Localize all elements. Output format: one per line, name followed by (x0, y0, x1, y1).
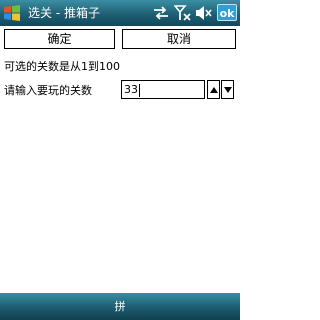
level-range-label: 可选的关数是从1到100 (4, 60, 120, 73)
window-title: 选关 - 推箱子 (28, 6, 100, 20)
spin-down-icon (224, 87, 232, 93)
confirm-button[interactable]: 确定 (4, 29, 115, 49)
connectivity-icon[interactable] (152, 5, 170, 21)
ok-button[interactable]: ok (217, 4, 237, 21)
volume-icon[interactable] (195, 5, 213, 21)
input-method-softkey[interactable]: 拼 (100, 298, 140, 314)
windows-start-icon[interactable] (3, 4, 21, 22)
spin-up-button[interactable] (207, 80, 220, 99)
spin-down-button[interactable] (221, 80, 234, 99)
spin-up-icon (210, 87, 218, 93)
level-number-input[interactable]: 33 (121, 80, 205, 99)
signal-off-icon[interactable] (173, 5, 192, 21)
title-bar: 选关 - 推箱子 ok (0, 0, 240, 26)
level-prompt-label: 请输入要玩的关数 (4, 84, 92, 97)
cancel-button[interactable]: 取消 (122, 29, 236, 49)
text-caret (139, 83, 140, 97)
softkey-bar: 拼 (0, 293, 240, 320)
level-number-value: 33 (124, 83, 138, 96)
